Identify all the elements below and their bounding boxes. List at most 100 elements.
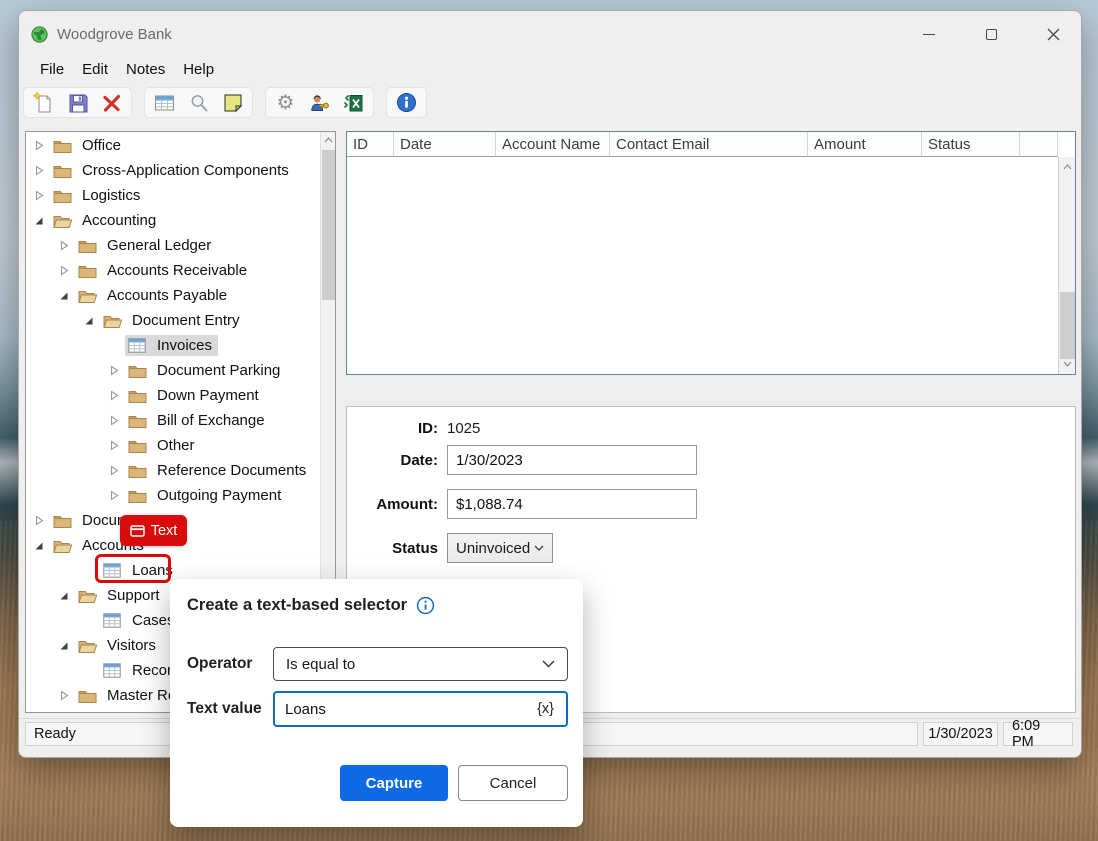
tree-collapsed-arrow-icon[interactable] <box>57 690 71 701</box>
tree-expanded-arrow-icon[interactable] <box>32 541 46 551</box>
element-type-badge: Text <box>120 515 187 546</box>
minimize-button[interactable] <box>915 20 943 48</box>
grid-scroll-up-icon[interactable] <box>1059 159 1076 175</box>
tree-item-reference-documents[interactable]: Reference Documents <box>26 458 320 483</box>
tree-item-other[interactable]: Other <box>26 433 320 458</box>
cancel-button[interactable]: Cancel <box>458 765 568 801</box>
table-view-icon[interactable] <box>154 92 175 113</box>
grid-scrollbar[interactable] <box>1058 157 1075 374</box>
search-icon[interactable] <box>188 92 209 113</box>
column-header-blank[interactable] <box>1020 132 1058 157</box>
tree-collapsed-arrow-icon[interactable] <box>107 465 121 476</box>
operator-dropdown[interactable]: Is equal to <box>273 647 568 681</box>
capture-button[interactable]: Capture <box>340 765 448 801</box>
menu-help[interactable]: Help <box>174 59 223 80</box>
tree-expanded-arrow-icon[interactable] <box>32 216 46 226</box>
folder-closed-icon <box>52 188 72 204</box>
status-label: Status <box>353 540 438 557</box>
table-icon <box>102 663 122 678</box>
tree-expanded-arrow-icon[interactable] <box>57 591 71 601</box>
tree-item-accounts-payable[interactable]: Accounts Payable <box>26 283 320 308</box>
tree-item-invoices[interactable]: Invoices <box>26 333 320 358</box>
grid-scroll-thumb[interactable] <box>1060 292 1075 359</box>
folder-closed-icon <box>77 263 97 279</box>
tree-item-label: Cross-Application Components <box>78 161 293 180</box>
tree-expanded-arrow-icon[interactable] <box>82 316 96 326</box>
info-icon[interactable] <box>416 596 435 615</box>
tree-item-accounts-receivable[interactable]: Accounts Receivable <box>26 258 320 283</box>
export-excel-icon[interactable] <box>343 92 364 113</box>
grid-scroll-down-icon[interactable] <box>1059 356 1076 372</box>
table-icon <box>127 338 147 353</box>
text-element-icon <box>130 525 145 537</box>
tree-item-content: Bill of Exchange <box>125 410 271 431</box>
tree-item-label: Document Entry <box>128 311 244 330</box>
save-icon[interactable] <box>67 92 88 113</box>
toolbar-group <box>386 87 427 118</box>
tree-collapsed-arrow-icon[interactable] <box>32 165 46 176</box>
tree-item-office[interactable]: Office <box>26 133 320 158</box>
date-field[interactable] <box>447 445 697 475</box>
new-document-icon[interactable] <box>33 92 54 113</box>
tree-item-content: Invoices <box>125 335 218 356</box>
amount-field[interactable] <box>447 489 697 519</box>
note-icon[interactable] <box>222 92 243 113</box>
status-time: 6:09 PM <box>1003 722 1073 746</box>
maximize-button[interactable] <box>977 20 1005 48</box>
menu-edit[interactable]: Edit <box>73 59 117 80</box>
date-label: Date: <box>353 452 438 469</box>
operator-label: Operator <box>187 655 265 673</box>
column-header-date[interactable]: Date <box>394 132 496 157</box>
tree-expanded-arrow-icon[interactable] <box>57 291 71 301</box>
tree-collapsed-arrow-icon[interactable] <box>32 515 46 526</box>
toolbar-group <box>144 87 253 118</box>
app-globe-icon <box>31 26 48 43</box>
column-header-account-name[interactable]: Account Name <box>496 132 610 157</box>
column-header-id[interactable]: ID <box>347 132 394 157</box>
tree-item-outgoing-payment[interactable]: Outgoing Payment <box>26 483 320 508</box>
column-header-amount[interactable]: Amount <box>808 132 922 157</box>
tree-item-logistics[interactable]: Logistics <box>26 183 320 208</box>
settings-icon[interactable]: ⚙ <box>275 92 296 113</box>
tree-item-label: Office <box>78 136 125 155</box>
tree-item-bill-of-exchange[interactable]: Bill of Exchange <box>26 408 320 433</box>
tree-collapsed-arrow-icon[interactable] <box>32 140 46 151</box>
folder-open-icon <box>77 288 97 304</box>
tree-collapsed-arrow-icon[interactable] <box>107 415 121 426</box>
menu-file[interactable]: File <box>31 59 73 80</box>
tree-item-cross-application-components[interactable]: Cross-Application Components <box>26 158 320 183</box>
tree-scroll-thumb[interactable] <box>322 150 335 300</box>
tree-item-content: Reference Documents <box>125 460 312 481</box>
tree-item-content: Cases <box>100 610 181 631</box>
tree-item-accounting[interactable]: Accounting <box>26 208 320 233</box>
tree-collapsed-arrow-icon[interactable] <box>107 390 121 401</box>
column-header-contact-email[interactable]: Contact Email <box>610 132 808 157</box>
status-dropdown[interactable]: Uninvoiced <box>447 533 553 563</box>
amount-label: Amount: <box>353 496 438 513</box>
user-permissions-icon[interactable] <box>309 92 330 113</box>
tree-item-content: Support <box>75 585 166 606</box>
tree-collapsed-arrow-icon[interactable] <box>107 490 121 501</box>
tree-collapsed-arrow-icon[interactable] <box>57 265 71 276</box>
tree-item-document-parking[interactable]: Document Parking <box>26 358 320 383</box>
tree-expanded-arrow-icon[interactable] <box>57 641 71 651</box>
tree-scroll-up-icon[interactable] <box>321 132 336 148</box>
close-button[interactable] <box>1039 20 1067 48</box>
text-value-input[interactable] <box>285 701 535 718</box>
info-icon[interactable] <box>396 92 417 113</box>
menu-notes[interactable]: Notes <box>117 59 174 80</box>
tree-collapsed-arrow-icon[interactable] <box>57 240 71 251</box>
tree-collapsed-arrow-icon[interactable] <box>107 365 121 376</box>
delete-icon[interactable] <box>101 92 122 113</box>
tree-item-document-entry[interactable]: Document Entry <box>26 308 320 333</box>
folder-closed-icon <box>127 488 147 504</box>
tree-item-down-payment[interactable]: Down Payment <box>26 383 320 408</box>
column-header-status[interactable]: Status <box>922 132 1020 157</box>
folder-closed-icon <box>52 163 72 179</box>
tree-item-general-ledger[interactable]: General Ledger <box>26 233 320 258</box>
tree-item-label: Down Payment <box>153 386 263 405</box>
variable-picker-button[interactable]: {x} <box>535 701 556 717</box>
tree-item-content: Cross-Application Components <box>50 160 295 181</box>
tree-collapsed-arrow-icon[interactable] <box>107 440 121 451</box>
tree-collapsed-arrow-icon[interactable] <box>32 190 46 201</box>
